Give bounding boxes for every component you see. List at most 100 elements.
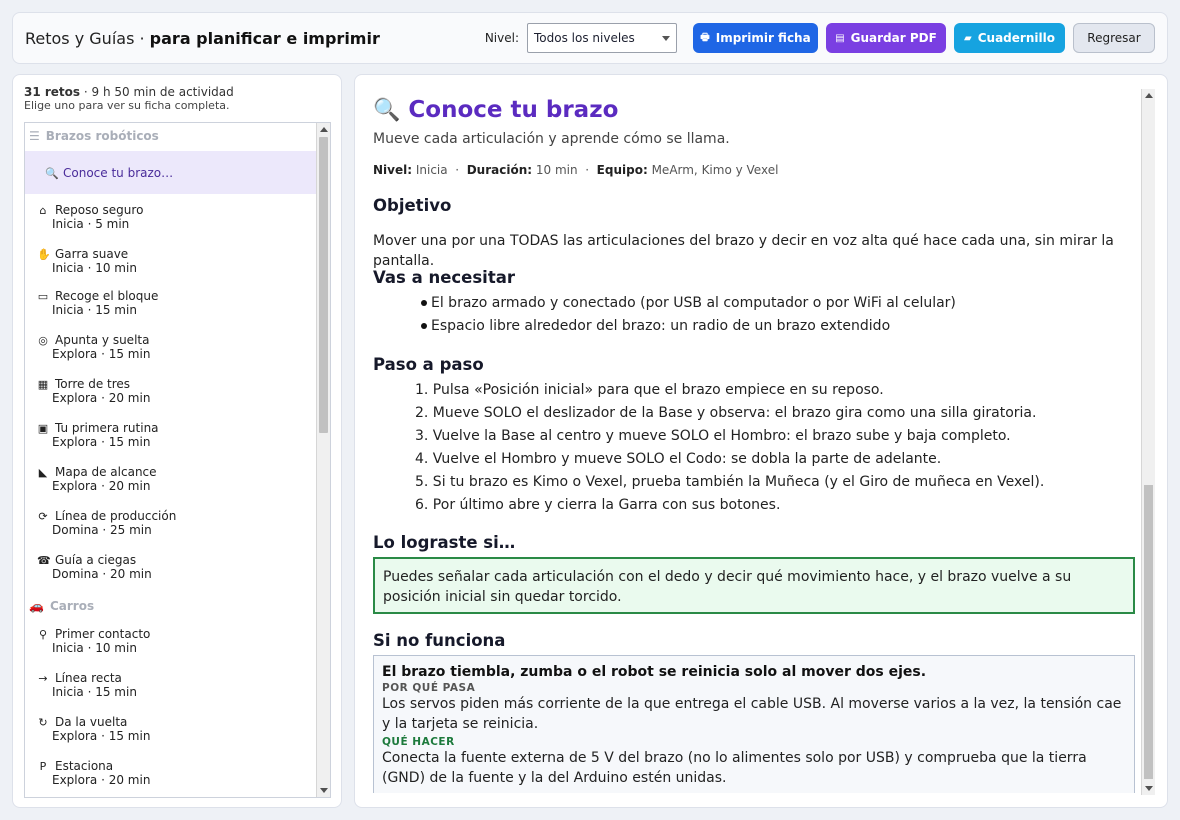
list-item[interactable]: ◎ Apunta y suelta Explora · 15 min (25, 333, 317, 373)
list-item-name: ⟳ Línea de producción (37, 509, 176, 523)
scroll-up-icon[interactable] (320, 127, 328, 132)
success-heading: Lo lograste si… (373, 533, 516, 552)
rotate-icon: ↻ (38, 715, 48, 729)
list-item[interactable]: ⚲ Primer contacto Inicia · 10 min (25, 627, 317, 667)
ruler-icon: ◣ (38, 465, 48, 479)
detail-scrollbar[interactable] (1141, 89, 1155, 795)
step-item: 5. Si tu brazo es Kimo o Vexel, prueba t… (415, 474, 1045, 490)
target-icon: ◎ (38, 333, 48, 347)
list-item[interactable]: ⟳ Línea de producción Domina · 25 min (25, 509, 317, 549)
list-item-name: ↻ Da la vuelta (37, 715, 127, 729)
duration-key: Duración: (466, 163, 533, 177)
list-item-label: Primer contacto (55, 627, 151, 641)
list-item-meta: Domina · 20 min (52, 567, 152, 581)
scroll-down-icon[interactable] (320, 788, 328, 793)
objective-text: Mover una por una TODAS las articulacion… (373, 233, 1114, 269)
step-item: 2. Mueve SOLO el deslizador de la Base y… (415, 405, 1037, 421)
pin-icon: ⚲ (38, 627, 48, 641)
list-item-meta: Explora · 15 min (52, 435, 151, 449)
parking-icon: P (39, 759, 47, 773)
group-robotic-arms: ☰ Brazos robóticos (29, 125, 159, 147)
fix-label: QUÉ HACER (382, 736, 455, 748)
robot-arm-icon: ☰ (29, 129, 40, 143)
list-item[interactable]: ↻ Da la vuelta Explora · 15 min (25, 715, 317, 755)
scroll-down-icon[interactable] (1145, 786, 1153, 791)
tower-icon: ▦ (37, 377, 49, 391)
needs-item-text: El brazo armado y conectado (por USB al … (431, 295, 956, 311)
trouble-box: El brazo tiembla, zumba o el robot se re… (373, 655, 1135, 793)
list-item[interactable]: ⌂ Reposo seguro Inicia · 5 min (25, 203, 317, 243)
list-item-meta: Inicia · 15 min (52, 303, 137, 317)
list-summary: 31 retos · 9 h 50 min de actividad Elige… (24, 85, 234, 113)
print-button[interactable]: 🖶 Imprimir ficha (693, 23, 818, 53)
team-key: Equipo: (596, 163, 648, 177)
scroll-thumb[interactable] (319, 137, 328, 433)
level-value: Inicia (415, 163, 448, 177)
notebook-button[interactable]: ▰ Cuadernillo (954, 23, 1065, 53)
list-item-name: P Estaciona (37, 759, 113, 773)
list-item-label: Conoce tu brazo… (63, 166, 174, 180)
list-item-meta: Explora · 20 min (52, 479, 151, 493)
step-item: 3. Vuelve la Base al centro y mueve SOLO… (415, 428, 1011, 444)
level-key: Nivel: (373, 163, 413, 177)
detail-content: 🔍 Conoce tu brazo Mueve cada articulació… (373, 75, 1137, 793)
save-pdf-button[interactable]: ▤ Guardar PDF (826, 23, 946, 53)
list-item-label: Línea recta (55, 671, 122, 685)
scroll-up-icon[interactable] (1145, 93, 1153, 98)
step-item: 1. Pulsa «Posición inicial» para que el … (415, 382, 884, 398)
list-item-name: ◣ Mapa de alcance (37, 465, 157, 479)
back-button[interactable]: Regresar (1073, 23, 1155, 53)
challenge-list[interactable]: ☰ Brazos robóticos 🔍 Conoce tu brazo… ⌂ R… (24, 122, 331, 798)
list-scrollbar[interactable] (316, 123, 330, 797)
list-item-meta: Explora · 15 min (52, 347, 151, 361)
list-item-label: Reposo seguro (55, 203, 144, 217)
list-item-name: ⚲ Primer contacto (37, 627, 150, 641)
list-item[interactable]: P Estaciona Explora · 20 min (25, 759, 317, 797)
car-icon: 🚗 (29, 599, 44, 613)
trouble-question: El brazo tiembla, zumba o el robot se re… (382, 664, 927, 680)
team-value: MeArm, Kimo y Vexel (651, 163, 779, 177)
level-select[interactable]: Todos los niveles (527, 23, 677, 53)
list-item[interactable]: ◣ Mapa de alcance Explora · 20 min (25, 465, 317, 505)
success-box: Puedes señalar cada articulación con el … (373, 557, 1135, 614)
challenge-detail-panel: 🔍 Conoce tu brazo Mueve cada articulació… (354, 74, 1168, 808)
list-item-label: Línea de producción (55, 509, 177, 523)
list-item-meta: Explora · 20 min (52, 391, 151, 405)
top-bar: Retos y Guías · para planificar e imprim… (12, 12, 1168, 64)
challenge-list-panel: 31 retos · 9 h 50 min de actividad Elige… (12, 74, 342, 808)
list-item-label: Da la vuelta (55, 715, 128, 729)
list-item-meta: Inicia · 15 min (52, 685, 137, 699)
list-item-label: Mapa de alcance (55, 465, 157, 479)
list-item-selected[interactable]: 🔍 Conoce tu brazo… (25, 151, 317, 194)
group-label: Brazos robóticos (45, 129, 159, 143)
list-item-label: Torre de tres (55, 377, 131, 391)
scroll-thumb[interactable] (1144, 485, 1153, 779)
list-item[interactable]: ▣ Tu primera rutina Explora · 15 min (25, 421, 317, 461)
list-item[interactable]: ✋ Garra suave Inicia · 10 min (25, 247, 317, 287)
list-item-name: ⌂ Reposo seguro (37, 203, 144, 217)
bullet-icon (421, 323, 427, 329)
steps-heading: Paso a paso (373, 355, 484, 374)
list-item-label: Apunta y suelta (55, 333, 150, 347)
needs-item: Espacio libre alrededor del brazo: un ra… (421, 318, 890, 334)
list-item-label: Guía a ciegas (55, 553, 137, 567)
list-item[interactable]: ▭ Recoge el bloque Inicia · 15 min (25, 289, 317, 329)
duration-value: 10 min (535, 163, 578, 177)
list-hint: Elige uno para ver su ficha completa. (24, 99, 230, 112)
page-title-bold: para planificar e imprimir (149, 28, 380, 48)
detail-meta: Nivel: Inicia · Duración: 10 min · Equip… (373, 163, 779, 177)
challenge-count: 31 retos (24, 85, 81, 99)
list-item[interactable]: ☎ Guía a ciegas Domina · 20 min (25, 553, 317, 593)
list-item-label: Tu primera rutina (55, 421, 159, 435)
back-button-label: Regresar (1087, 31, 1141, 45)
why-label: POR QUÉ PASA (382, 682, 476, 694)
fix-text: Conecta la fuente externa de 5 V del bra… (382, 750, 1087, 786)
list-item-label: Estaciona (55, 759, 114, 773)
blind-icon: ☎ (37, 553, 51, 567)
list-item-name: ▦ Torre de tres (37, 377, 130, 391)
list-item[interactable]: ▦ Torre de tres Explora · 20 min (25, 377, 317, 417)
list-item-name: → Línea recta (37, 671, 122, 685)
detail-title-text: Conoce tu brazo (408, 97, 619, 123)
why-text: Los servos piden más corriente de la que… (382, 696, 1122, 732)
list-item[interactable]: → Línea recta Inicia · 15 min (25, 671, 317, 711)
